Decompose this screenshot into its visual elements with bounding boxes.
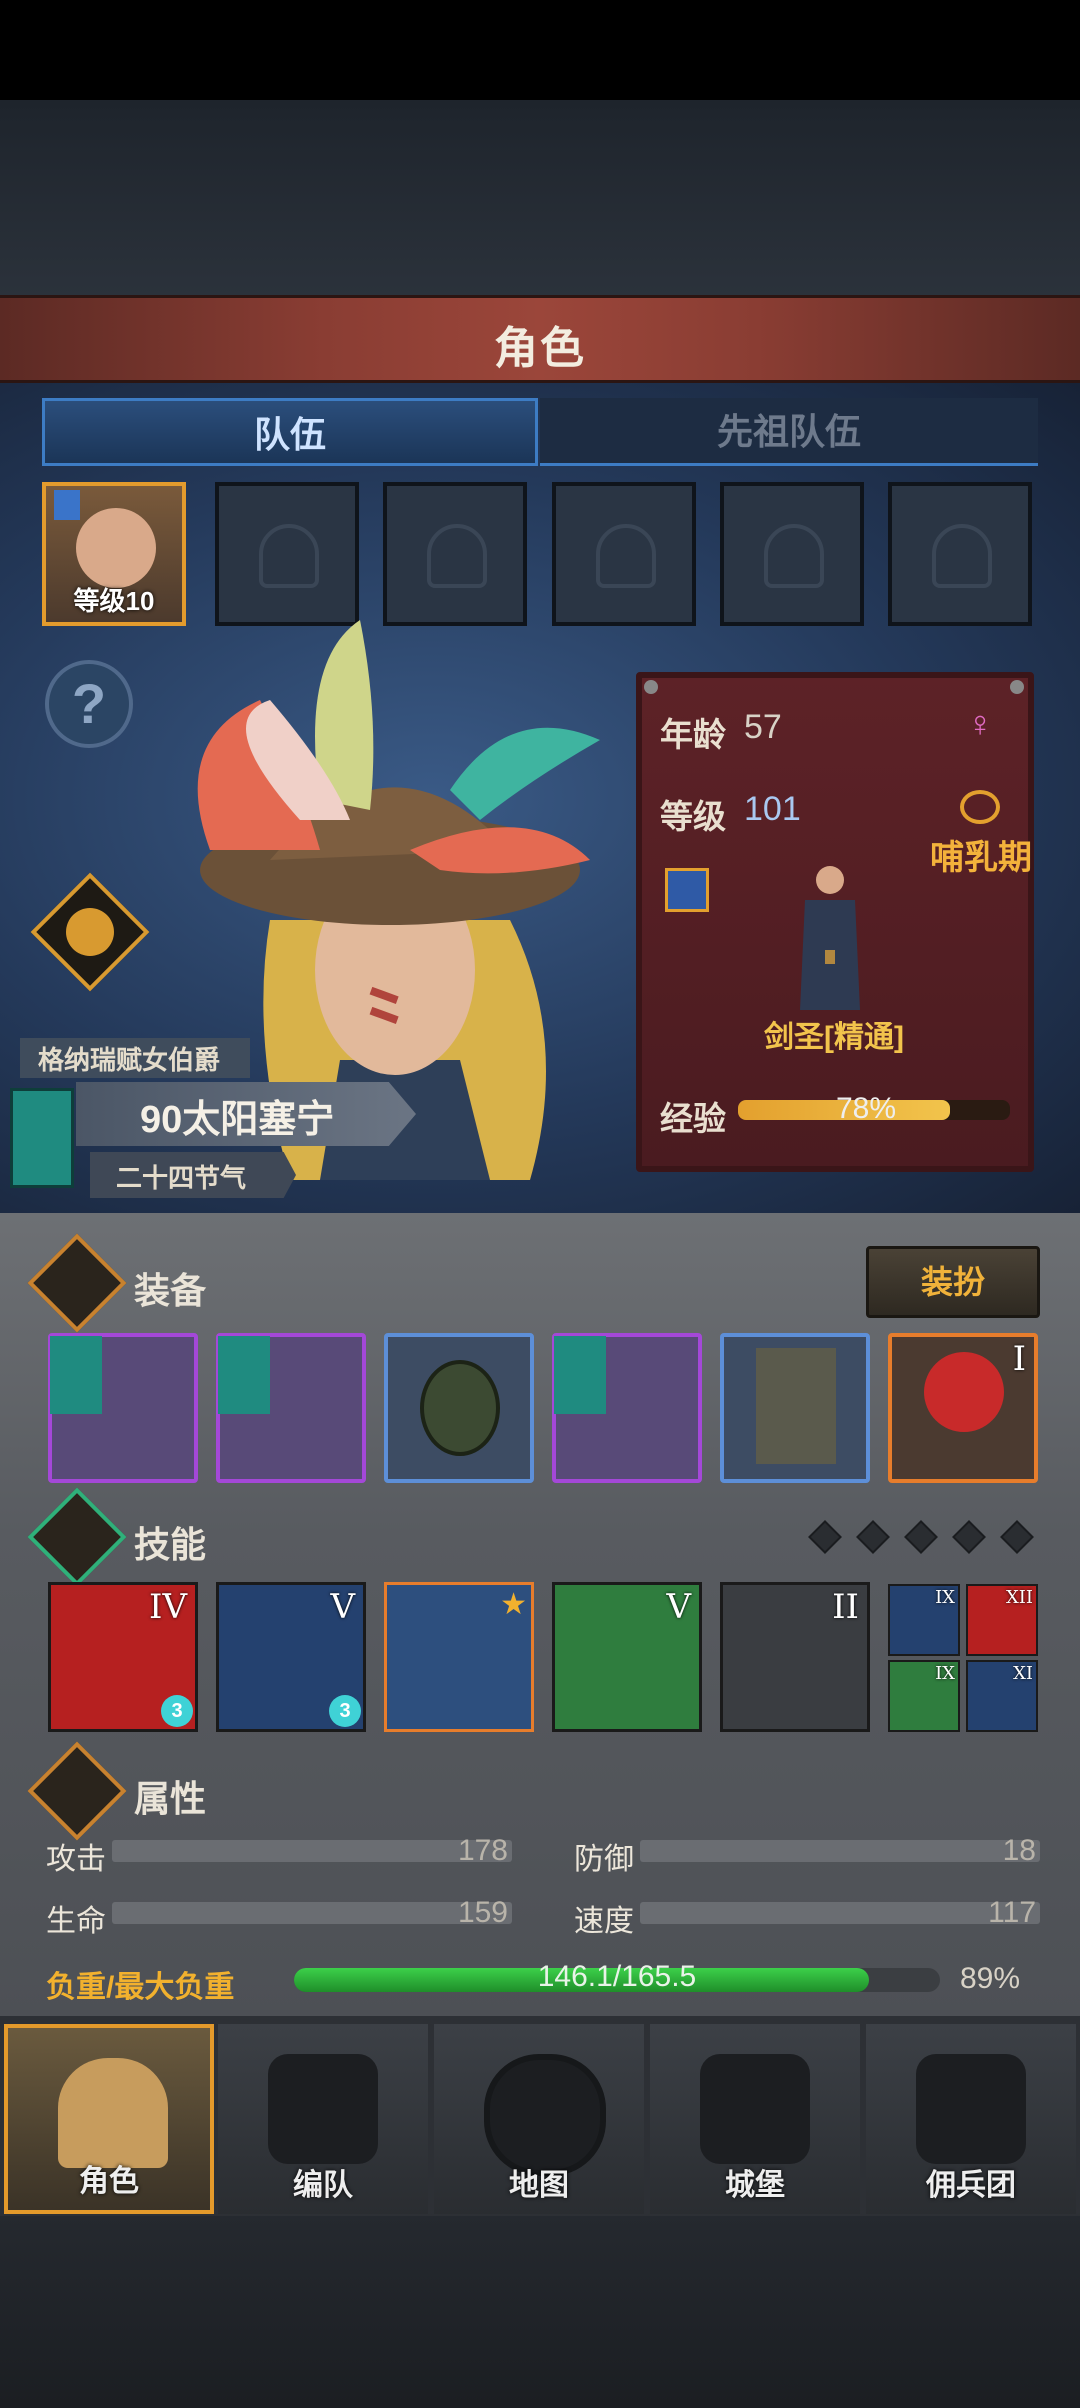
skill-rank: IV	[149, 1587, 187, 1627]
mini-skill-2[interactable]: XII	[966, 1584, 1038, 1656]
party-slot-1[interactable]: 等级10	[42, 482, 186, 626]
helmet-icon	[427, 524, 487, 588]
defense-value: 18	[1002, 1834, 1036, 1867]
banner-icon	[554, 1336, 606, 1414]
health-value: 159	[457, 1896, 508, 1929]
load-value: 146.1/165.5	[537, 1960, 697, 1993]
ring-icon	[960, 790, 1000, 824]
skill-slot-4[interactable]: V	[552, 1582, 702, 1732]
banner-icon	[218, 1336, 270, 1414]
health-label: 生命	[46, 1905, 106, 1938]
skill-slot-5[interactable]: II	[720, 1582, 870, 1732]
tab-party[interactable]: 队伍	[42, 398, 538, 466]
skill-rank: V	[330, 1587, 355, 1627]
compass-icon	[484, 2054, 606, 2176]
pin-icon	[1010, 680, 1024, 694]
exp-percent: 78%	[836, 1092, 897, 1125]
skill-rank: IX	[935, 1587, 955, 1608]
sword-class-icon	[665, 868, 709, 912]
nav-castle[interactable]: 城堡	[650, 2024, 860, 2214]
skills-title: 技能	[134, 1524, 207, 1565]
class-figure	[795, 860, 865, 1020]
skill-rank: II	[832, 1587, 859, 1627]
female-icon: ♀	[966, 703, 994, 744]
mini-skill-1[interactable]: IX	[888, 1584, 960, 1656]
star-icon: ★	[500, 1588, 527, 1621]
hero-title: 格纳瑞赋女伯爵	[38, 1045, 221, 1075]
status-bar	[0, 0, 1080, 100]
age-label: 年龄	[660, 716, 726, 753]
level-label: 等级	[660, 798, 726, 835]
nav-formation[interactable]: 编队	[218, 2024, 428, 2214]
nav-label: 佣兵团	[926, 2169, 1016, 2202]
hero-subtitle: 二十四节气	[116, 1163, 247, 1193]
mini-skill-3[interactable]: IX	[888, 1660, 960, 1732]
nav-label: 地图	[509, 2169, 569, 2202]
bottom-background	[0, 2216, 1080, 2408]
hero-avatar	[76, 508, 156, 588]
party-slot-4[interactable]	[552, 482, 696, 626]
skill-slot-3[interactable]: ★	[384, 1582, 534, 1732]
exp-label: 经验	[660, 1100, 726, 1137]
party-slot-3[interactable]	[383, 482, 527, 626]
skill-rank: XII	[1005, 1587, 1033, 1608]
speed-label: 速度	[574, 1905, 634, 1938]
party-slot-6[interactable]	[888, 482, 1032, 626]
nav-map[interactable]: 地图	[434, 2024, 644, 2214]
attack-label: 攻击	[46, 1843, 106, 1876]
boots-icon	[756, 1348, 836, 1464]
title-bar: 角色	[0, 295, 1080, 383]
load-label: 负重/最大负重	[46, 1971, 235, 2004]
swords-icon	[916, 2054, 1026, 2164]
load-percent: 89%	[960, 1962, 1021, 1995]
skill-points	[808, 1520, 1040, 1554]
potion-icon	[66, 908, 114, 956]
attack-value: 178	[457, 1834, 508, 1867]
knight-icon	[58, 2058, 168, 2168]
banner-icon	[50, 1336, 102, 1414]
header-background	[0, 100, 1080, 296]
class-name: 剑圣[精通]	[764, 1021, 904, 1054]
skill-rank: V	[666, 1587, 691, 1627]
hood-icon	[420, 1360, 500, 1456]
equipment-title: 装备	[134, 1270, 207, 1311]
age-value: 57	[744, 708, 782, 746]
level-value: 101	[744, 790, 801, 828]
help-button[interactable]: ?	[45, 660, 133, 748]
knot-icon	[924, 1352, 1004, 1432]
helmet-icon	[596, 524, 656, 588]
skill-slot-2[interactable]: V 3	[216, 1582, 366, 1732]
nav-label: 角色	[79, 2165, 139, 2198]
helmet-icon	[259, 524, 319, 588]
skill-badge: 3	[161, 1695, 193, 1727]
helmet-icon	[268, 2054, 378, 2164]
banner-icon	[10, 1088, 74, 1188]
speed-value: 117	[988, 1896, 1036, 1929]
life-stage: 哺乳期	[930, 839, 1032, 877]
skill-rank: XI	[1013, 1663, 1033, 1684]
helmet-icon	[932, 524, 992, 588]
party-slot-5[interactable]	[720, 482, 864, 626]
party-slot-2[interactable]	[215, 482, 359, 626]
hero-name: 90太阳塞宁	[140, 1099, 335, 1141]
skill-badge: 3	[329, 1695, 361, 1727]
nav-mercenaries[interactable]: 佣兵团	[866, 2024, 1076, 2214]
skill-rank: IX	[935, 1663, 955, 1684]
skill-slot-1[interactable]: IV 3	[48, 1582, 198, 1732]
dress-button[interactable]: 装扮	[866, 1246, 1040, 1318]
defense-label: 防御	[574, 1843, 634, 1876]
nav-label: 城堡	[725, 2169, 785, 2202]
party-slot-level: 等级10	[73, 586, 155, 616]
helmet-icon	[764, 524, 824, 588]
tab-ancestor-party[interactable]: 先祖队伍	[540, 398, 1038, 466]
castle-icon	[700, 2054, 810, 2164]
mini-skill-4[interactable]: XI	[966, 1660, 1038, 1732]
nav-character[interactable]: 角色	[4, 2024, 214, 2214]
page-title: 角色	[494, 324, 586, 373]
nav-label: 编队	[293, 2169, 353, 2202]
pin-icon	[644, 680, 658, 694]
trinket-rank: I	[1012, 1339, 1026, 1379]
attributes-title: 属性	[134, 1778, 207, 1819]
flag-icon	[54, 490, 80, 520]
